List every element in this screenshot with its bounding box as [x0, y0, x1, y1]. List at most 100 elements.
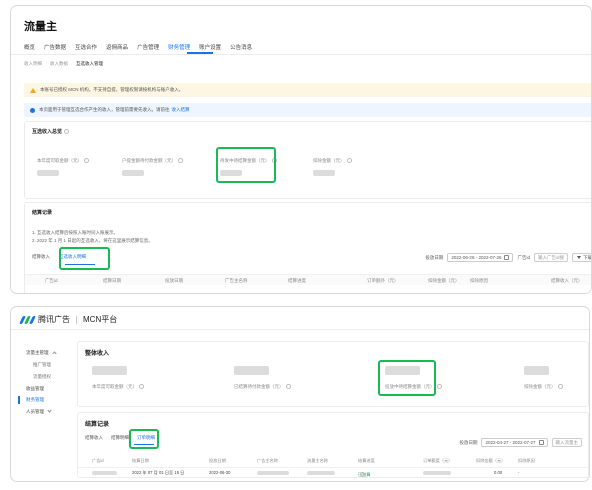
cell-settle-date: 2022 年 07 月 01 日至 15 日	[132, 470, 185, 475]
tab-settle-income[interactable]: 结算收入	[85, 435, 103, 441]
col-deduct: 扣除金额（元）	[476, 458, 506, 463]
brand-logo: 腾讯广告 MCN平台	[19, 314, 118, 325]
liuliangzhu-window: 流量主 概览 广告数据 互选合作 返佣商品 广告管理 财务管理 账户设置 公告消…	[10, 5, 592, 294]
subnav-cooperation-income[interactable]: 互选收入管理	[76, 61, 103, 67]
ad-id-label: 广告id	[517, 254, 530, 260]
nav-account[interactable]: 账户设置	[199, 43, 221, 51]
subnav-income-data[interactable]: 收入数据	[50, 61, 68, 67]
overall-income-title: 整体收入	[85, 351, 110, 357]
note-2: 2. 2022 年 1 月 1 日起的互选收入，将在这里展示结算信息。	[32, 238, 153, 243]
sidebar-group-people[interactable]: 人员管理	[26, 408, 52, 415]
help-icon[interactable]	[139, 384, 144, 390]
help-icon[interactable]	[84, 158, 89, 164]
col-deduct: 扣除金额（元）	[428, 278, 460, 283]
nav-finance[interactable]: 财务管理	[168, 43, 190, 51]
help-icon[interactable]	[346, 158, 352, 164]
platform-name: MCN平台	[83, 315, 118, 324]
cell-reason: -	[518, 470, 520, 475]
mcn-platform-window: 腾讯广告 MCN平台 流量主管理 推广管理 流量授权 收益管理 财务管理 人员管…	[10, 306, 590, 482]
cell-ad-id	[92, 471, 117, 475]
metric-value-year	[92, 366, 127, 375]
income-summary-card: 互选收入总览 本年度可取金额（元） 户提金额待付款金额（元） 待发中待结算金额（…	[24, 121, 591, 199]
sidebar-item-promotion[interactable]: 推广管理	[33, 362, 51, 368]
cell-order-amount	[423, 471, 451, 475]
tab-settle-income[interactable]: 结算收入	[32, 254, 50, 260]
metric-value-deduct	[524, 366, 549, 375]
col-advertiser: 广告主名称	[257, 458, 278, 463]
date-label: 投放日期	[425, 254, 444, 260]
col-settle-income: 结算收入（元）	[551, 278, 583, 283]
info-text: 本页面用于管理互选合作产生的收入，管理前需要先收入。请前往	[39, 107, 170, 112]
col-deduct-reason: 扣除原因	[518, 458, 535, 463]
cell-deduct: 0.00	[494, 470, 503, 475]
col-order-amount: 订单额度（元）	[423, 458, 453, 463]
table-header: 广告id 结算日期 投放日期 广告主名称 结算进度 订单额外（元） 扣除金额（元…	[25, 274, 591, 285]
settlement-records-card: 结算记录 1. 互选收入结算后按照入账时间入账展示。 2. 2022 年 1 月…	[24, 202, 592, 293]
download-label: 下载	[583, 254, 592, 260]
info-icon	[30, 107, 35, 113]
help-icon[interactable]	[64, 129, 70, 135]
note-1: 1. 互选收入结算后按照入账时间入账展示。	[32, 230, 119, 235]
nav-cooperation[interactable]: 互选合作	[75, 43, 97, 51]
date-range-picker[interactable]: 2022-04-27 - 2022-07-27	[481, 438, 548, 447]
col-settle-date: 结算日期	[132, 458, 149, 463]
highlight-box	[59, 247, 110, 270]
nav-notice[interactable]: 公告消息	[230, 43, 252, 51]
sidebar-item-authorization[interactable]: 流量授权	[33, 374, 51, 380]
col-traffic-owner: 流量主名称	[307, 458, 328, 463]
help-icon[interactable]	[178, 158, 183, 164]
traffic-owner-search[interactable]: 输入流量主	[551, 438, 582, 447]
col-ad-id: 广告id	[45, 278, 58, 283]
records-title: 结算记录	[85, 422, 110, 428]
nav-commission[interactable]: 返佣商品	[106, 43, 128, 51]
brand-divider	[76, 315, 77, 324]
records-filters: 投放日期 2022-06-26 - 2022-07-26 广告id 输入广告id…	[425, 253, 592, 262]
income-settle-link[interactable]: 收入结算	[172, 107, 190, 113]
traffic-owner-placeholder: 输入流量主	[555, 439, 579, 445]
settlement-records-card: 结算记录 结算收入 结算明细 订单明细 投放日期 2022-04-27 - 20…	[77, 412, 589, 478]
metric-label-year-text: 本年度可取金额（元）	[92, 384, 137, 389]
info-banner: 本页面用于管理互选合作产生的收入，管理前需要先收入。请前往 收入结算	[24, 103, 591, 117]
date-range-value: 2022-06-26 - 2022-07-26	[451, 255, 502, 260]
download-icon	[577, 256, 581, 259]
help-icon[interactable]	[557, 384, 563, 390]
metric-label-settled-text: 已结算待付款金额（元）	[234, 384, 284, 389]
header-divider	[11, 329, 589, 330]
help-icon[interactable]	[360, 472, 365, 477]
calendar-icon	[538, 440, 544, 445]
metric-value-deduct	[313, 170, 335, 176]
nav-ad-manage[interactable]: 广告管理	[137, 43, 159, 51]
ad-id-input[interactable]: 输入广告id搜	[533, 253, 568, 262]
nav-divider	[11, 54, 591, 55]
metric-value-pending-pay	[122, 170, 144, 176]
metric-label-deduct-text: 扣除金额（元）	[313, 158, 345, 163]
sidebar-item-finance[interactable]: 财务管理	[26, 397, 44, 403]
brand-name: 腾讯广告	[38, 315, 70, 324]
nav-overview[interactable]: 概览	[24, 43, 35, 51]
col-deduct-reason: 扣除原因	[470, 278, 488, 283]
metric-label-year-text: 本年度可取金额（元）	[37, 158, 82, 163]
date-range-value: 2022-04-27 - 2022-07-27	[485, 440, 536, 445]
tencent-ads-logo-icon	[19, 315, 36, 324]
summary-title-text: 互选收入总览	[32, 129, 63, 135]
date-range-picker[interactable]: 2022-06-26 - 2022-07-26	[447, 253, 514, 262]
col-order-amount: 订单额外（元）	[367, 278, 399, 283]
highlight-box	[378, 360, 436, 396]
table-row[interactable]: 2022 年 07 月 01 日至 15 日 2022-06-30 已结算 0.…	[78, 467, 588, 477]
sidebar-group-traffic[interactable]: 流量主管理	[26, 350, 57, 356]
col-ad-id: 广告id	[92, 458, 104, 463]
help-icon[interactable]	[436, 384, 442, 390]
app-title: 流量主	[24, 21, 57, 33]
sidebar-item-earnings[interactable]: 收益管理	[26, 386, 44, 392]
cell-advertiser	[257, 471, 289, 475]
sidebar: 流量主管理 推广管理 流量授权 收益管理 财务管理 人员管理	[11, 330, 75, 481]
tab-settle-detail[interactable]: 结算明细	[111, 435, 129, 441]
help-icon[interactable]	[285, 384, 291, 390]
nav-active-indicator	[187, 52, 213, 54]
subnav-income-detail[interactable]: 收入明细	[24, 61, 42, 67]
highlight-box	[216, 147, 276, 183]
nav-ad-data[interactable]: 广告数据	[44, 43, 66, 51]
sidebar-active-indicator	[18, 396, 20, 404]
download-button[interactable]: 下载	[572, 253, 592, 262]
sidebar-group-traffic-label: 流量主管理	[26, 350, 49, 355]
